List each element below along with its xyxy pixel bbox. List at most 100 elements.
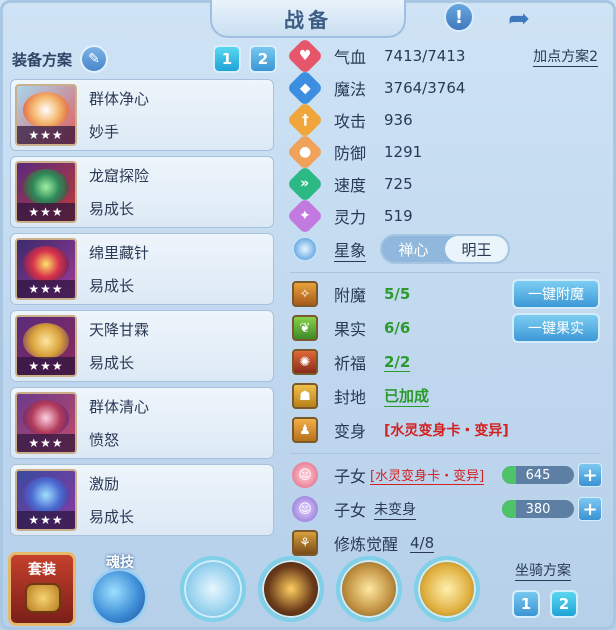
skill-name: 群体清心 [89, 398, 150, 416]
stat-row-speed: » 速度 725 [286, 165, 604, 203]
star-rating: ★★★ [17, 434, 75, 452]
star-sign-toggle[interactable]: 禅心 明王 [380, 234, 511, 264]
star-sign-icon [292, 236, 318, 262]
point-plan-link[interactable]: 加点方案2 [533, 46, 598, 67]
stat-value: 725 [384, 175, 413, 193]
stat-row-spirit: ✦ 灵力 519 [286, 197, 604, 235]
share-icon[interactable]: ➦ [500, 4, 538, 34]
attack-icon: † [286, 101, 324, 139]
feature-row-transform: ♟ 变身 [水灵变身卡・变异] [286, 413, 604, 447]
feature-value[interactable]: [水灵变身卡・变异] [384, 420, 509, 440]
feature-value[interactable]: 已加成 [384, 385, 430, 407]
stat-row-attack: † 攻击 936 [286, 101, 604, 139]
equipment-plan-buttons: 1 2 [213, 45, 277, 73]
stat-label: 速度 [334, 176, 367, 195]
skill-card[interactable]: ★★★ 天降甘霖 易成长 [10, 310, 274, 382]
skill-list: ★★★ 群体净心 妙手 ★★★ 龙窟探险 易成长 ★★★ 绵里藏针 易成长 ★★… [10, 79, 274, 541]
equipment-plan-title: 装备方案 [12, 50, 73, 69]
stat-value: 3764/3764 [384, 79, 466, 97]
star-rating: ★★★ [17, 511, 75, 529]
add-points-button[interactable]: + [578, 463, 602, 487]
mount-plan-1-button[interactable]: 1 [512, 590, 540, 618]
soul-skill-button[interactable]: 魂技 [84, 552, 156, 626]
stat-value: 7413/7413 [384, 47, 466, 65]
feature-label: 附魔 [334, 286, 367, 305]
fief-icon: ☗ [292, 383, 318, 409]
skill-card[interactable]: ★★★ 龙窟探险 易成长 [10, 156, 274, 228]
skill-name: 群体净心 [89, 90, 150, 108]
skill-subtitle: 易成长 [89, 277, 135, 295]
feature-label: 果实 [334, 320, 367, 339]
equipment-plan-header: 装备方案 ✎ 1 2 [12, 44, 277, 74]
stat-label: 魔法 [334, 80, 367, 99]
feature-row-enchant: ✧ 附魔 5/5 一键附魔 [286, 277, 604, 311]
mount-plan-label[interactable]: 坐骑方案 [515, 560, 571, 581]
skill-name: 天降甘霖 [89, 321, 150, 339]
stats-panel: ♥ 气血 7413/7413 加点方案2 ◆ 魔法 3764/3764 † 攻击… [286, 37, 604, 560]
child-transform-value[interactable]: 未变身 [374, 499, 417, 520]
feature-label: 变身 [334, 422, 367, 441]
child-label: 子女 [334, 501, 367, 520]
star-rating: ★★★ [17, 280, 75, 298]
skill-image: ★★★ [15, 469, 77, 531]
feature-row-blessing: ✺ 祈福 2/2 [286, 345, 604, 379]
equipment-plan-2-button[interactable]: 2 [249, 45, 277, 73]
star-sign-option-chanxin[interactable]: 禅心 [382, 236, 445, 262]
treasure-chest-icon [25, 583, 61, 613]
pet-slot-3[interactable] [336, 556, 402, 622]
suit-button[interactable]: 套装 [8, 552, 76, 626]
equipment-plan-1-button[interactable]: 1 [213, 45, 241, 73]
child-avatar-icon: ☺ [292, 462, 318, 488]
star-rating: ★★★ [17, 126, 75, 144]
child-avatar-icon: ☺ [292, 496, 318, 522]
window-title: 战备 [210, 0, 406, 38]
skill-subtitle: 愤怒 [89, 431, 120, 449]
pet-slot-2[interactable] [258, 556, 324, 622]
child-points-bar: 645 [502, 466, 574, 484]
child-points: 380 [525, 501, 551, 517]
edit-icon[interactable]: ✎ [80, 45, 109, 73]
skill-image: ★★★ [15, 315, 77, 377]
child-transform-value[interactable]: [水灵变身卡・变异] [370, 465, 485, 485]
star-sign-option-mingwang[interactable]: 明王 [445, 236, 509, 262]
spirit-icon: ✦ [286, 197, 324, 235]
star-sign-row: 星象 禅心 明王 [286, 232, 604, 266]
skill-name: 龙窟探险 [89, 167, 150, 185]
fruit-icon: ❦ [292, 315, 318, 341]
stat-label: 气血 [334, 48, 367, 67]
skill-card[interactable]: ★★★ 绵里藏针 易成长 [10, 233, 274, 305]
one-click-fruit-button[interactable]: 一键果实 [512, 313, 600, 343]
feature-row-fief: ☗ 封地 已加成 [286, 379, 604, 413]
pet-slot-4[interactable] [414, 556, 480, 622]
skill-card[interactable]: ★★★ 激励 易成长 [10, 464, 274, 536]
child-label: 子女 [334, 467, 367, 486]
skill-image: ★★★ [15, 161, 77, 223]
star-sign-label[interactable]: 星象 [334, 237, 367, 262]
speed-icon: » [286, 165, 324, 203]
one-click-enchant-button[interactable]: 一键附魔 [512, 279, 600, 309]
feature-label: 封地 [334, 388, 367, 407]
bottom-bar: 套装 魂技 坐骑方案 1 2 [0, 550, 616, 630]
child-row-1: ☺ 子女 [水灵变身卡・变异] 645 + [286, 458, 604, 492]
defense-icon: ● [286, 133, 324, 171]
mount-plan-2-button[interactable]: 2 [550, 590, 578, 618]
info-icon[interactable]: ! [444, 2, 474, 32]
add-points-button[interactable]: + [578, 497, 602, 521]
skill-card[interactable]: ★★★ 群体净心 妙手 [10, 79, 274, 151]
skill-name: 绵里藏针 [89, 244, 150, 262]
child-points: 645 [525, 467, 551, 483]
heart-icon: ♥ [286, 37, 324, 75]
feature-value[interactable]: 2/2 [384, 353, 411, 372]
feature-value: 6/6 [384, 319, 411, 337]
skill-image: ★★★ [15, 84, 77, 146]
soul-skill-label: 魂技 [106, 555, 134, 571]
feature-value: 5/5 [384, 285, 411, 303]
skill-subtitle: 易成长 [89, 508, 135, 526]
divider [290, 272, 600, 273]
skill-card[interactable]: ★★★ 群体清心 愤怒 [10, 387, 274, 459]
pet-slot-1[interactable] [180, 556, 246, 622]
stat-value: 936 [384, 111, 413, 129]
enchant-icon: ✧ [292, 281, 318, 307]
mount-plan-buttons: 1 2 [512, 590, 578, 618]
divider [290, 453, 600, 454]
